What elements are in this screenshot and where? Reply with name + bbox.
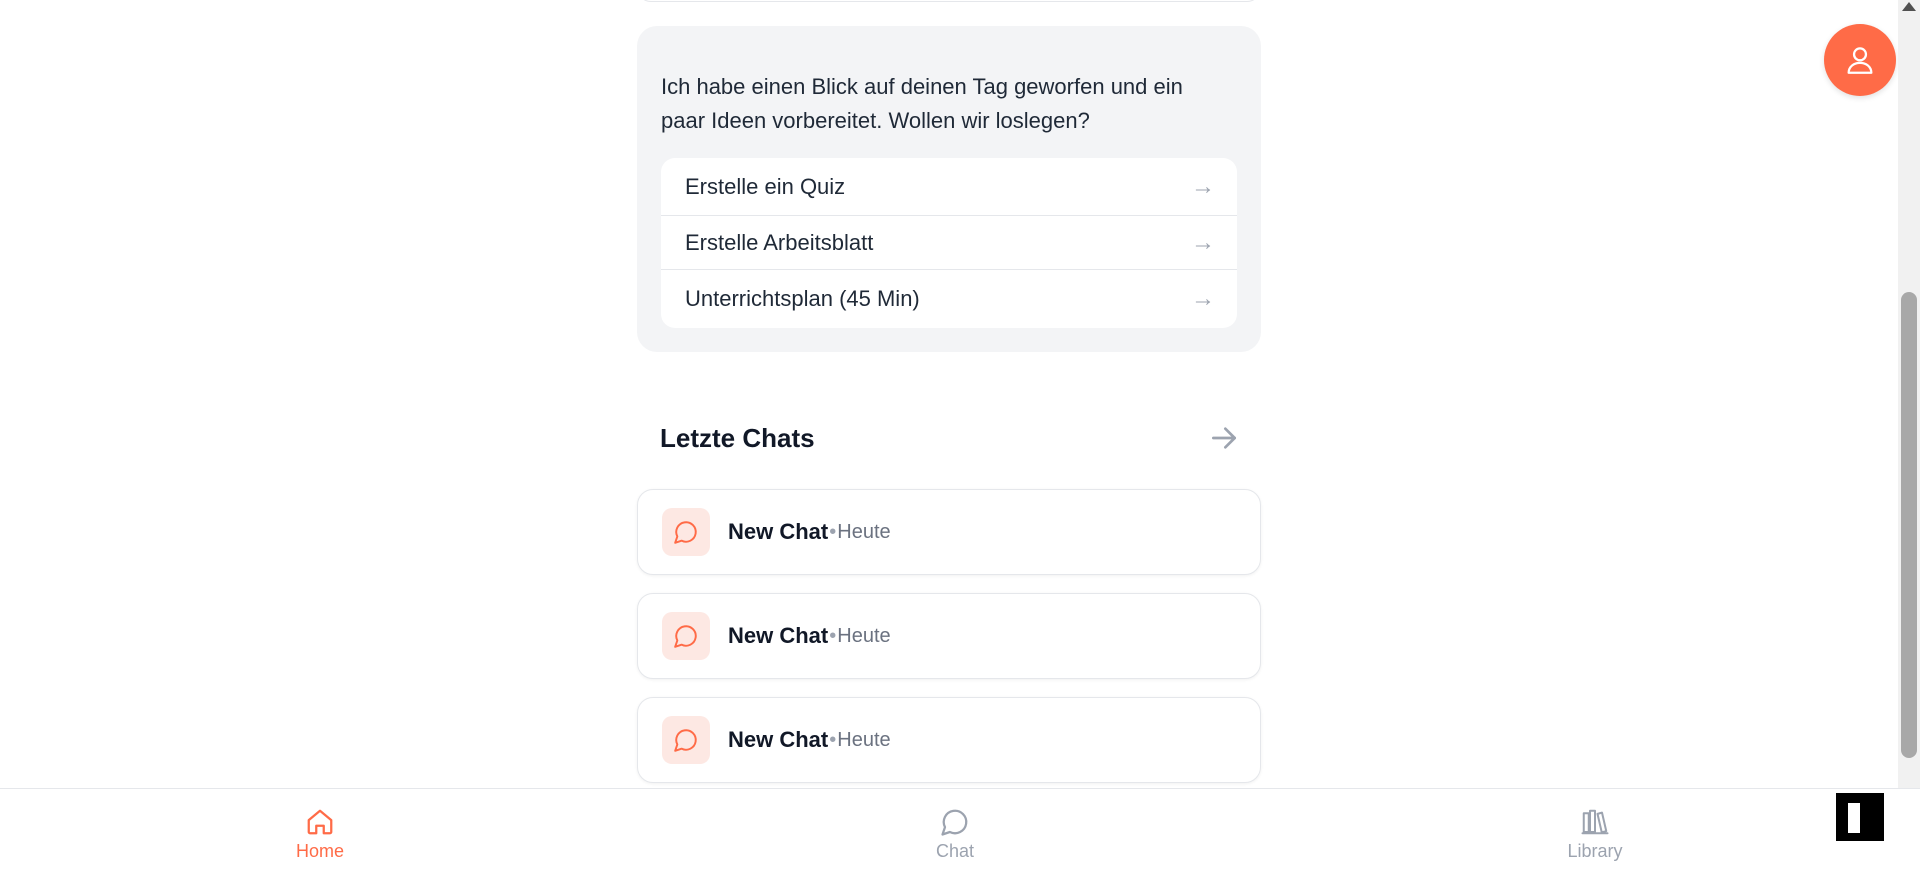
speech-bubble-icon <box>674 521 697 544</box>
nav-library-label: Library <box>1567 841 1623 861</box>
chat-icon-badge <box>662 716 710 764</box>
chat-date: Heute <box>837 728 891 751</box>
user-icon <box>1847 47 1873 74</box>
overlay-widget-mark <box>1848 803 1860 833</box>
recent-chats-title: Letzte Chats <box>660 422 815 453</box>
chat-separator: • <box>829 520 837 543</box>
action-label: Erstelle ein Quiz <box>685 173 846 199</box>
chat-list-item[interactable]: New Chat • Heute <box>637 593 1261 679</box>
chat-date: Heute <box>837 520 891 543</box>
action-create-quiz[interactable]: Erstelle ein Quiz → <box>661 158 1237 216</box>
overlay-widget[interactable] <box>1836 793 1884 841</box>
suggestions-intro-text: Ich habe einen Blick auf deinen Tag gewo… <box>661 74 1183 133</box>
chat-separator: • <box>829 728 837 751</box>
arrow-right-icon: → <box>1191 228 1215 256</box>
suggestions-card: Ich habe einen Blick auf deinen Tag gewo… <box>637 26 1261 352</box>
suggestion-action-list: Erstelle ein Quiz → Erstelle Arbeitsblat… <box>661 158 1237 328</box>
nav-chat[interactable]: Chat <box>885 807 1025 862</box>
recent-chats-header: Letzte Chats <box>660 418 1240 458</box>
chat-date: Heute <box>837 624 891 647</box>
action-label: Unterrichtsplan (45 Min) <box>685 286 920 311</box>
chat-list-item[interactable]: New Chat • Heute <box>637 697 1261 783</box>
nav-library[interactable]: Library <box>1525 807 1665 862</box>
chat-title: New Chat <box>728 519 829 544</box>
home-icon <box>307 809 333 835</box>
arrow-right-icon: → <box>1191 285 1215 312</box>
chat-list-item[interactable]: New Chat • Heute <box>637 489 1261 575</box>
home-page: Ich habe einen Blick auf deinen Tag gewo… <box>0 0 1920 878</box>
nav-home[interactable]: Home <box>250 807 390 862</box>
scrollbar-thumb[interactable] <box>1901 292 1917 758</box>
nav-home-label: Home <box>295 841 344 861</box>
nav-chat-label: Chat <box>935 841 975 861</box>
bottom-navigation: Home Chat Library <box>0 788 1920 878</box>
chat-separator: • <box>829 624 837 647</box>
library-icon <box>1581 809 1609 835</box>
speech-bubble-icon <box>674 729 697 752</box>
arrow-right-icon[interactable] <box>1208 422 1240 454</box>
chat-title: New Chat <box>728 727 829 752</box>
chat-title: New Chat <box>728 623 829 648</box>
action-lesson-plan[interactable]: Unterrichtsplan (45 Min) → <box>661 270 1237 328</box>
speech-bubble-icon <box>674 625 697 648</box>
chat-icon-badge <box>662 612 710 660</box>
profile-button[interactable] <box>1824 24 1896 96</box>
arrow-right-icon: → <box>1191 172 1215 200</box>
chat-icon-badge <box>662 508 710 556</box>
action-label: Erstelle Arbeitsblatt <box>685 229 874 255</box>
action-create-worksheet[interactable]: Erstelle Arbeitsblatt → <box>661 216 1237 270</box>
previous-card-edge <box>637 0 1261 2</box>
scroll-up-arrow-icon[interactable] <box>1902 2 1916 11</box>
chat-bubble-icon <box>941 809 968 836</box>
